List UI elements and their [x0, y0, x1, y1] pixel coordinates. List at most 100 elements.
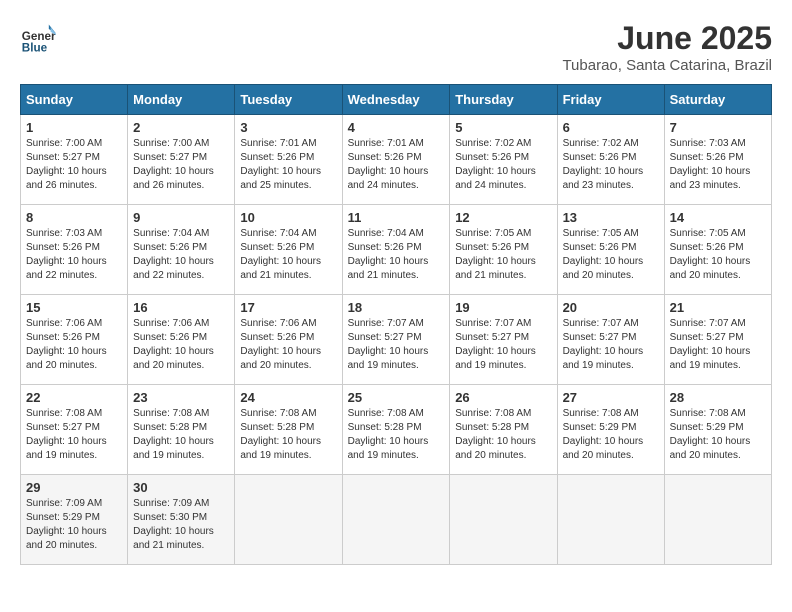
day-number: 3	[240, 120, 336, 135]
calendar-cell: 21 Sunrise: 7:07 AMSunset: 5:27 PMDaylig…	[664, 295, 771, 385]
day-number: 14	[670, 210, 766, 225]
day-info: Sunrise: 7:08 AMSunset: 5:29 PMDaylight:…	[670, 408, 751, 461]
day-info: Sunrise: 7:06 AMSunset: 5:26 PMDaylight:…	[240, 318, 321, 371]
day-info: Sunrise: 7:01 AMSunset: 5:26 PMDaylight:…	[240, 138, 321, 191]
day-info: Sunrise: 7:04 AMSunset: 5:26 PMDaylight:…	[133, 228, 214, 281]
calendar-week-row: 8 Sunrise: 7:03 AMSunset: 5:26 PMDayligh…	[21, 205, 772, 295]
calendar-cell: 8 Sunrise: 7:03 AMSunset: 5:26 PMDayligh…	[21, 205, 128, 295]
calendar-cell: 29 Sunrise: 7:09 AMSunset: 5:29 PMDaylig…	[21, 475, 128, 565]
day-info: Sunrise: 7:09 AMSunset: 5:29 PMDaylight:…	[26, 498, 107, 551]
day-number: 26	[455, 390, 551, 405]
day-number: 30	[133, 480, 229, 495]
day-info: Sunrise: 7:03 AMSunset: 5:26 PMDaylight:…	[670, 138, 751, 191]
calendar-cell: 2 Sunrise: 7:00 AMSunset: 5:27 PMDayligh…	[128, 115, 235, 205]
calendar-cell: 18 Sunrise: 7:07 AMSunset: 5:27 PMDaylig…	[342, 295, 450, 385]
generalblue-logo-icon: General Blue	[20, 20, 56, 56]
day-info: Sunrise: 7:08 AMSunset: 5:28 PMDaylight:…	[240, 408, 321, 461]
location-subtitle: Tubarao, Santa Catarina, Brazil	[562, 57, 772, 74]
day-number: 6	[563, 120, 659, 135]
calendar-cell: 19 Sunrise: 7:07 AMSunset: 5:27 PMDaylig…	[450, 295, 557, 385]
calendar-cell: 3 Sunrise: 7:01 AMSunset: 5:26 PMDayligh…	[235, 115, 342, 205]
calendar-cell	[557, 475, 664, 565]
calendar-cell: 22 Sunrise: 7:08 AMSunset: 5:27 PMDaylig…	[21, 385, 128, 475]
day-number: 7	[670, 120, 766, 135]
day-info: Sunrise: 7:00 AMSunset: 5:27 PMDaylight:…	[133, 138, 214, 191]
day-number: 19	[455, 300, 551, 315]
day-info: Sunrise: 7:05 AMSunset: 5:26 PMDaylight:…	[563, 228, 644, 281]
day-info: Sunrise: 7:05 AMSunset: 5:26 PMDaylight:…	[670, 228, 751, 281]
day-info: Sunrise: 7:08 AMSunset: 5:29 PMDaylight:…	[563, 408, 644, 461]
day-number: 2	[133, 120, 229, 135]
day-info: Sunrise: 7:00 AMSunset: 5:27 PMDaylight:…	[26, 138, 107, 191]
calendar-cell: 4 Sunrise: 7:01 AMSunset: 5:26 PMDayligh…	[342, 115, 450, 205]
day-number: 20	[563, 300, 659, 315]
weekday-header-sunday: Sunday	[21, 85, 128, 115]
calendar-cell: 1 Sunrise: 7:00 AMSunset: 5:27 PMDayligh…	[21, 115, 128, 205]
day-number: 12	[455, 210, 551, 225]
day-number: 13	[563, 210, 659, 225]
day-number: 10	[240, 210, 336, 225]
calendar-cell: 23 Sunrise: 7:08 AMSunset: 5:28 PMDaylig…	[128, 385, 235, 475]
calendar-cell: 7 Sunrise: 7:03 AMSunset: 5:26 PMDayligh…	[664, 115, 771, 205]
day-number: 21	[670, 300, 766, 315]
calendar-cell: 17 Sunrise: 7:06 AMSunset: 5:26 PMDaylig…	[235, 295, 342, 385]
day-number: 1	[26, 120, 122, 135]
calendar-cell	[342, 475, 450, 565]
calendar-cell: 14 Sunrise: 7:05 AMSunset: 5:26 PMDaylig…	[664, 205, 771, 295]
day-info: Sunrise: 7:08 AMSunset: 5:28 PMDaylight:…	[348, 408, 429, 461]
day-info: Sunrise: 7:08 AMSunset: 5:28 PMDaylight:…	[455, 408, 536, 461]
calendar-table: SundayMondayTuesdayWednesdayThursdayFrid…	[20, 84, 772, 565]
day-number: 25	[348, 390, 445, 405]
weekday-header-wednesday: Wednesday	[342, 85, 450, 115]
weekday-header-saturday: Saturday	[664, 85, 771, 115]
calendar-week-row: 15 Sunrise: 7:06 AMSunset: 5:26 PMDaylig…	[21, 295, 772, 385]
day-info: Sunrise: 7:05 AMSunset: 5:26 PMDaylight:…	[455, 228, 536, 281]
day-number: 22	[26, 390, 122, 405]
day-number: 8	[26, 210, 122, 225]
day-info: Sunrise: 7:02 AMSunset: 5:26 PMDaylight:…	[563, 138, 644, 191]
calendar-cell: 20 Sunrise: 7:07 AMSunset: 5:27 PMDaylig…	[557, 295, 664, 385]
calendar-cell: 5 Sunrise: 7:02 AMSunset: 5:26 PMDayligh…	[450, 115, 557, 205]
day-info: Sunrise: 7:07 AMSunset: 5:27 PMDaylight:…	[563, 318, 644, 371]
day-number: 5	[455, 120, 551, 135]
day-info: Sunrise: 7:03 AMSunset: 5:26 PMDaylight:…	[26, 228, 107, 281]
day-number: 16	[133, 300, 229, 315]
day-number: 17	[240, 300, 336, 315]
calendar-cell: 16 Sunrise: 7:06 AMSunset: 5:26 PMDaylig…	[128, 295, 235, 385]
day-info: Sunrise: 7:08 AMSunset: 5:27 PMDaylight:…	[26, 408, 107, 461]
calendar-cell: 26 Sunrise: 7:08 AMSunset: 5:28 PMDaylig…	[450, 385, 557, 475]
day-number: 27	[563, 390, 659, 405]
calendar-cell: 28 Sunrise: 7:08 AMSunset: 5:29 PMDaylig…	[664, 385, 771, 475]
day-info: Sunrise: 7:04 AMSunset: 5:26 PMDaylight:…	[240, 228, 321, 281]
calendar-cell: 13 Sunrise: 7:05 AMSunset: 5:26 PMDaylig…	[557, 205, 664, 295]
calendar-cell: 27 Sunrise: 7:08 AMSunset: 5:29 PMDaylig…	[557, 385, 664, 475]
day-number: 24	[240, 390, 336, 405]
day-info: Sunrise: 7:09 AMSunset: 5:30 PMDaylight:…	[133, 498, 214, 551]
day-number: 15	[26, 300, 122, 315]
weekday-header-monday: Monday	[128, 85, 235, 115]
weekday-header-friday: Friday	[557, 85, 664, 115]
page-header: General Blue June 2025 Tubarao, Santa Ca…	[20, 20, 772, 74]
day-info: Sunrise: 7:02 AMSunset: 5:26 PMDaylight:…	[455, 138, 536, 191]
day-info: Sunrise: 7:04 AMSunset: 5:26 PMDaylight:…	[348, 228, 429, 281]
day-info: Sunrise: 7:07 AMSunset: 5:27 PMDaylight:…	[455, 318, 536, 371]
day-number: 18	[348, 300, 445, 315]
day-number: 9	[133, 210, 229, 225]
calendar-cell: 9 Sunrise: 7:04 AMSunset: 5:26 PMDayligh…	[128, 205, 235, 295]
day-info: Sunrise: 7:06 AMSunset: 5:26 PMDaylight:…	[26, 318, 107, 371]
svg-text:Blue: Blue	[22, 42, 48, 55]
calendar-cell: 12 Sunrise: 7:05 AMSunset: 5:26 PMDaylig…	[450, 205, 557, 295]
day-number: 11	[348, 210, 445, 225]
calendar-cell: 24 Sunrise: 7:08 AMSunset: 5:28 PMDaylig…	[235, 385, 342, 475]
weekday-header-thursday: Thursday	[450, 85, 557, 115]
day-info: Sunrise: 7:07 AMSunset: 5:27 PMDaylight:…	[348, 318, 429, 371]
weekday-header-tuesday: Tuesday	[235, 85, 342, 115]
calendar-week-row: 29 Sunrise: 7:09 AMSunset: 5:29 PMDaylig…	[21, 475, 772, 565]
logo: General Blue	[20, 20, 56, 56]
calendar-cell	[235, 475, 342, 565]
day-number: 28	[670, 390, 766, 405]
day-info: Sunrise: 7:08 AMSunset: 5:28 PMDaylight:…	[133, 408, 214, 461]
calendar-cell: 25 Sunrise: 7:08 AMSunset: 5:28 PMDaylig…	[342, 385, 450, 475]
calendar-cell: 15 Sunrise: 7:06 AMSunset: 5:26 PMDaylig…	[21, 295, 128, 385]
calendar-cell: 30 Sunrise: 7:09 AMSunset: 5:30 PMDaylig…	[128, 475, 235, 565]
